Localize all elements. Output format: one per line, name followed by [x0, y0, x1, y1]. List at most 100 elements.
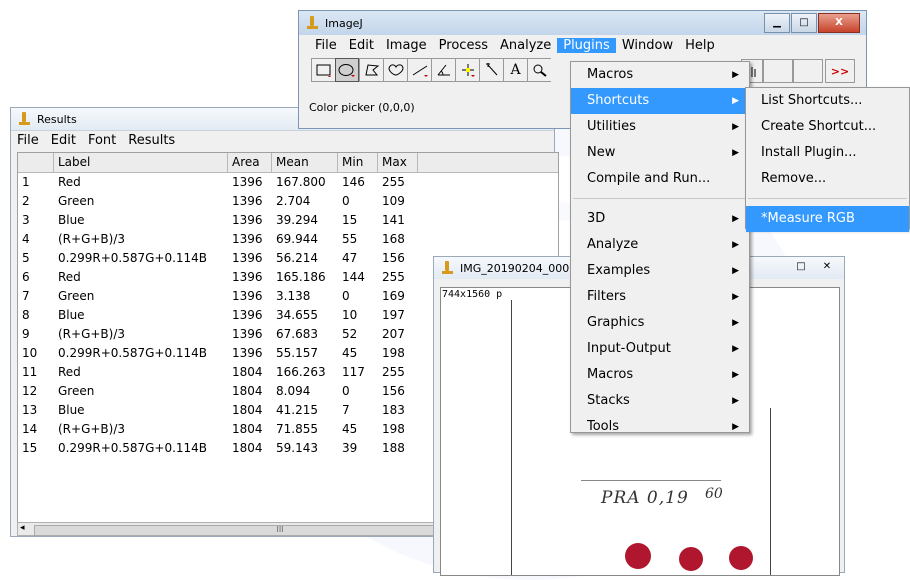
menu-item-label: 3D: [587, 211, 606, 226]
plugins-menu-group-2: 3D ▶ Analyze ▶ Examples ▶ Filters ▶ Graphics ▶ Inp…: [571, 206, 749, 440]
table-cell: Blue: [58, 403, 85, 417]
menu-image[interactable]: Image: [380, 38, 433, 53]
menu-item-tools[interactable]: Tools ▶: [571, 414, 749, 440]
menu-window[interactable]: Window: [616, 38, 679, 53]
menu-item-3d[interactable]: 3D ▶: [571, 206, 749, 232]
submenu-arrow-icon: ▶: [732, 396, 739, 406]
wand-tool-icon[interactable]: [479, 58, 503, 82]
menu-item-analyze[interactable]: Analyze ▶: [571, 232, 749, 258]
column-header-mean[interactable]: Mean: [272, 153, 338, 172]
column-header-min[interactable]: Min: [338, 153, 378, 172]
menu-item-label: Shortcuts: [587, 93, 650, 108]
dev-tool-1[interactable]: [763, 59, 793, 83]
menu-item-label: List Shortcuts...: [761, 93, 863, 108]
menu-item-graphics[interactable]: Graphics ▶: [571, 310, 749, 336]
imagej-titlebar[interactable]: ImageJ ▁ □ X: [299, 11, 866, 35]
table-row[interactable]: 4 (R+G+B)/3 1396 69.944 55 168: [18, 230, 558, 249]
image-close-button[interactable]: ✕: [814, 259, 840, 275]
table-cell: 169: [382, 289, 405, 303]
sample-spot-2: [679, 547, 703, 571]
table-cell: 198: [382, 422, 405, 436]
menu-item-label: Compile and Run...: [587, 171, 711, 186]
dev-tool-2[interactable]: [793, 59, 823, 83]
menu-plugins[interactable]: Plugins: [557, 38, 616, 53]
menu-file[interactable]: File: [309, 38, 343, 53]
imagej-menubar: File Edit Image Process Analyze Plugins …: [299, 35, 866, 56]
table-cell: 1396: [232, 270, 263, 284]
table-cell: 55: [342, 232, 358, 246]
minimize-button[interactable]: ▁: [764, 13, 790, 33]
submenu-item-remove[interactable]: Remove...: [746, 166, 909, 192]
more-tools-button[interactable]: >>: [825, 59, 855, 83]
table-cell: 0.299R+0.587G+0.114B: [58, 441, 208, 455]
table-cell: 0.299R+0.587G+0.114B: [58, 251, 208, 265]
table-row[interactable]: 2 Green 1396 2.704 0 109: [18, 192, 558, 211]
scroll-left-icon[interactable]: ◂: [20, 523, 25, 533]
table-cell: 141: [382, 213, 405, 227]
maximize-button[interactable]: □: [791, 13, 817, 33]
table-cell: 55.157: [276, 346, 318, 360]
column-header-label[interactable]: Label: [54, 153, 228, 172]
menu-item-label: Macros: [587, 67, 634, 82]
table-cell: 156: [382, 384, 405, 398]
table-cell: 0: [342, 194, 350, 208]
menu-item-compile-and-run[interactable]: Compile and Run...: [571, 166, 749, 192]
shortcuts-submenu: List Shortcuts... Create Shortcut... Insta…: [745, 87, 910, 232]
polygon-tool-icon[interactable]: [359, 58, 383, 82]
column-header-max[interactable]: Max: [378, 153, 418, 172]
table-header: Label Area Mean Min Max: [18, 153, 558, 173]
film-edge-right: [770, 408, 771, 575]
table-cell: 188: [382, 441, 405, 455]
table-cell: 1804: [232, 365, 263, 379]
table-cell: 0: [342, 289, 350, 303]
submenu-item-measure-rgb[interactable]: *Measure RGB: [746, 206, 909, 232]
results-menu-font[interactable]: Font: [82, 133, 122, 148]
results-menu-file[interactable]: File: [11, 133, 45, 148]
menu-edit[interactable]: Edit: [343, 38, 380, 53]
results-menu-results[interactable]: Results: [122, 133, 181, 148]
menu-item-label: Macros: [587, 367, 634, 382]
menu-item-stacks[interactable]: Stacks ▶: [571, 388, 749, 414]
imagej-logo-icon: [442, 261, 454, 275]
oval-tool-icon[interactable]: [335, 58, 359, 82]
menu-item-macros[interactable]: Macros ▶: [571, 62, 749, 88]
angle-tool-icon[interactable]: [431, 58, 455, 82]
submenu-item-create-shortcut[interactable]: Create Shortcut...: [746, 114, 909, 140]
line-tool-icon[interactable]: [407, 58, 431, 82]
column-header-area[interactable]: Area: [228, 153, 272, 172]
table-cell: 146: [342, 175, 365, 189]
close-button[interactable]: X: [818, 13, 860, 33]
freehand-tool-icon[interactable]: [383, 58, 407, 82]
magnifier-tool-icon[interactable]: [527, 58, 551, 82]
submenu-item-list-shortcuts[interactable]: List Shortcuts...: [746, 88, 909, 114]
menu-item-shortcuts[interactable]: Shortcuts ▶: [571, 88, 749, 114]
table-cell: 117: [342, 365, 365, 379]
menu-item-examples[interactable]: Examples ▶: [571, 258, 749, 284]
text-tool-icon[interactable]: A: [503, 58, 527, 82]
menu-item-filters[interactable]: Filters ▶: [571, 284, 749, 310]
menu-analyze[interactable]: Analyze: [494, 38, 557, 53]
rectangle-tool-icon[interactable]: [311, 58, 335, 82]
table-cell: Red: [58, 270, 81, 284]
image-window-controls: □ ✕: [788, 259, 840, 275]
table-cell: Red: [58, 175, 81, 189]
imagej-title: ImageJ: [325, 16, 363, 30]
menu-item-utilities[interactable]: Utilities ▶: [571, 114, 749, 140]
table-row[interactable]: 3 Blue 1396 39.294 15 141: [18, 211, 558, 230]
menu-item-input-output[interactable]: Input-Output ▶: [571, 336, 749, 362]
imagej-logo-icon: [19, 112, 31, 126]
menu-process[interactable]: Process: [433, 38, 494, 53]
submenu-item-install-plugin[interactable]: Install Plugin...: [746, 140, 909, 166]
table-cell: 6: [22, 270, 30, 284]
table-cell: 10: [22, 346, 38, 360]
image-maximize-button[interactable]: □: [788, 259, 814, 275]
table-cell: 197: [382, 308, 405, 322]
point-tool-icon[interactable]: [455, 58, 479, 82]
column-header-index[interactable]: [18, 153, 54, 172]
table-row[interactable]: 1 Red 1396 167.800 146 255: [18, 173, 558, 192]
menu-item-new[interactable]: New ▶: [571, 140, 749, 166]
submenu-arrow-icon: ▶: [732, 122, 739, 132]
menu-help[interactable]: Help: [679, 38, 721, 53]
results-menu-edit[interactable]: Edit: [45, 133, 82, 148]
menu-item-macros[interactable]: Macros ▶: [571, 362, 749, 388]
